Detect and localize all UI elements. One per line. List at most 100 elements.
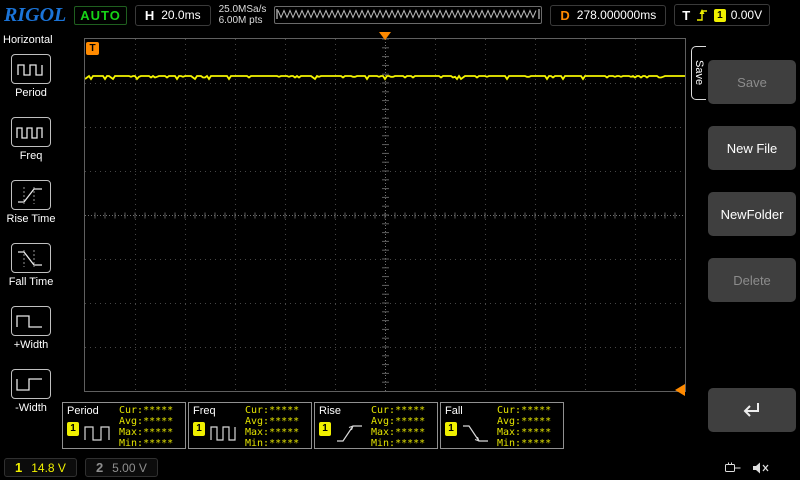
t-label: T [682, 8, 690, 23]
measurement-stats: Cur:***** Avg:***** Max:***** Min:***** [371, 405, 425, 449]
period-icon [11, 54, 51, 84]
sidebar-item-label: Fall Time [9, 277, 54, 288]
fall-time-icon [11, 243, 51, 273]
trigger-level-marker [675, 384, 685, 396]
memory-depth: 6.00M pts [219, 15, 267, 26]
stat-line: Avg:***** [497, 416, 551, 427]
freq-icon [11, 117, 51, 147]
preview-wave-icon [275, 7, 541, 21]
softkey-label: NewFolder [721, 207, 784, 222]
stat-line: Max:***** [119, 427, 173, 438]
stat-line: Min:***** [245, 438, 299, 449]
speaker-muted-icon [752, 461, 770, 475]
channel-scale: 5.00 V [112, 461, 147, 475]
measurement-stats: Cur:***** Avg:***** Max:***** Min:***** [245, 405, 299, 449]
channel-scale: 14.8 V [31, 461, 66, 475]
trigger-delay-readout: D 278.000000ms [550, 5, 666, 26]
sidebar-item-label: Period [15, 88, 47, 99]
sidebar-item-label: +Width [14, 340, 49, 351]
graticule: T [84, 38, 686, 392]
measurement-name: Fall [445, 405, 463, 417]
stat-line: Cur:***** [497, 405, 551, 416]
rise-waveform-glyph [335, 420, 365, 446]
softkey-new-folder[interactable]: NewFolder [708, 192, 796, 236]
timebase-value: 20.0ms [161, 8, 200, 22]
period-waveform-glyph [83, 420, 113, 446]
channel-badge: 1 [445, 422, 457, 436]
trigger-channel-badge: 1 [714, 9, 726, 22]
stat-line: Avg:***** [119, 416, 173, 427]
measurement-stats: Cur:***** Avg:***** Max:***** Min:***** [119, 405, 173, 449]
softkey-save[interactable]: Save [708, 60, 796, 104]
channel-badge: 1 [319, 422, 331, 436]
freq-waveform-glyph [209, 420, 239, 446]
stat-line: Avg:***** [371, 416, 425, 427]
sidebar-item-rise-time[interactable]: Rise Time [0, 180, 62, 243]
trigger-slope-icon [695, 7, 709, 23]
sidebar-item-period[interactable]: Period [0, 54, 62, 117]
top-status-bar: RIGOL AUTO H 20.0ms 25.0MSa/s 6.00M pts … [0, 0, 800, 30]
softkey-label: Save [737, 75, 767, 90]
measurement-panel: Period 1 Cur:***** Avg:***** Max:***** M… [62, 402, 564, 449]
softkey-delete[interactable]: Delete [708, 258, 796, 302]
rise-time-icon [11, 180, 51, 210]
channel1-trace [85, 39, 685, 391]
stat-line: Cur:***** [245, 405, 299, 416]
horizontal-timebase-readout: H 20.0ms [135, 5, 211, 26]
measurement-name: Rise [319, 405, 341, 417]
channel-number: 1 [15, 460, 22, 475]
menu-tab-save: Save [691, 46, 706, 100]
trigger-level-value: 0.00V [731, 8, 762, 22]
sidebar-title: Horizontal [0, 30, 62, 54]
bottom-status-bar: 1 14.8 V 2 5.00 V [0, 455, 800, 480]
trigger-readout: T 1 0.00V [674, 4, 770, 26]
stat-line: Max:***** [245, 427, 299, 438]
sidebar-item-fall-time[interactable]: Fall Time [0, 243, 62, 306]
status-icons [724, 461, 770, 475]
softkey-label: New File [727, 141, 778, 156]
trigger-t-flag: T [86, 42, 99, 55]
sample-rate: 25.0MSa/s [219, 4, 267, 15]
usb-icon [724, 461, 742, 474]
oscilloscope-screen: RIGOL AUTO H 20.0ms 25.0MSa/s 6.00M pts … [0, 0, 800, 480]
measure-sidebar: Horizontal Period Freq Rise Time [0, 30, 62, 455]
stat-line: Max:***** [371, 427, 425, 438]
measurement-stats: Cur:***** Avg:***** Max:***** Min:***** [497, 405, 551, 449]
measurement-fall: Fall 1 Cur:***** Avg:***** Max:***** Min… [440, 402, 564, 449]
minus-width-icon [11, 369, 51, 399]
trigger-position-marker [379, 32, 391, 40]
measurement-period: Period 1 Cur:***** Avg:***** Max:***** M… [62, 402, 186, 449]
stat-line: Cur:***** [371, 405, 425, 416]
rigol-logo: RIGOL [4, 4, 66, 27]
stat-line: Avg:***** [245, 416, 299, 427]
sidebar-item-label: Freq [20, 151, 43, 162]
softkey-label: Delete [733, 273, 771, 288]
softkey-menu: Save Save New File NewFolder Delete [690, 30, 800, 455]
stat-line: Cur:***** [119, 405, 173, 416]
acquisition-info: 25.0MSa/s 6.00M pts [219, 4, 267, 26]
channel2-status: 2 5.00 V [85, 458, 158, 477]
stat-line: Min:***** [371, 438, 425, 449]
d-label: D [560, 8, 569, 23]
channel1-status: 1 14.8 V [4, 458, 77, 477]
sidebar-item-label: Rise Time [7, 214, 56, 225]
return-arrow-icon [739, 399, 765, 421]
softkey-new-file[interactable]: New File [708, 126, 796, 170]
sidebar-item-plus-width[interactable]: +Width [0, 306, 62, 369]
fall-waveform-glyph [461, 420, 491, 446]
stat-line: Min:***** [497, 438, 551, 449]
measurement-name: Period [67, 405, 99, 417]
measurement-rise: Rise 1 Cur:***** Avg:***** Max:***** Min… [314, 402, 438, 449]
channel-badge: 1 [67, 422, 79, 436]
delay-value: 278.000000ms [577, 8, 656, 22]
softkey-back[interactable] [708, 388, 796, 432]
sidebar-item-label: -Width [15, 403, 47, 414]
sidebar-item-freq[interactable]: Freq [0, 117, 62, 180]
stat-line: Max:***** [497, 427, 551, 438]
channel-number: 2 [96, 460, 103, 475]
stat-line: Min:***** [119, 438, 173, 449]
plus-width-icon [11, 306, 51, 336]
h-label: H [145, 8, 154, 23]
memory-waveform-preview [274, 6, 542, 24]
sidebar-item-minus-width[interactable]: -Width [0, 369, 62, 432]
